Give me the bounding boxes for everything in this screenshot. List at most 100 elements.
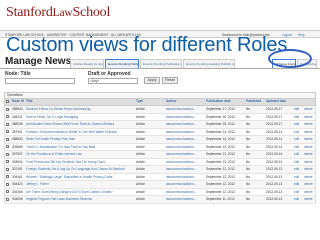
row-delete-link[interactable]: delete [303,181,315,188]
col-header-updated-date[interactable]: Updated date [265,99,293,105]
row-type: Article [136,167,145,171]
row-title-link[interactable]: Anti-Muslim Video Shows Web Firms' Role … [25,121,135,128]
col-header-published[interactable]: Published [245,99,265,105]
tab-events-awaiting-approval[interactable]: Events Pending Awaiting Publish Approval [183,59,235,68]
reset-button[interactable]: Reset [162,77,178,84]
row-published: No [246,144,251,149]
row-title-link[interactable]: Virginia Program Part Laws Business Stud… [25,196,135,203]
row-author-link[interactable]: lawcommunications... [165,189,205,196]
stanford-law-logo[interactable]: StanfordLawSchool [6,5,110,21]
row-type: Article [136,129,145,134]
node-id: 307507 [12,152,23,156]
table-row: 304423 Jeffrey L. Fisher Article lawcommuni… [4,181,316,189]
node-id: 304466 [12,189,23,194]
col-header-author[interactable]: Author [165,99,205,105]
col-header-publication-date[interactable]: Publication date [205,99,245,105]
tab-events-pending-approval[interactable]: Events Pending Publication Approval [140,59,182,68]
row-updated-date: 2012-09-14 [266,144,283,149]
row-title-link[interactable]: How to Finish Car & Legal Wrangling [25,114,135,121]
row-author-link[interactable]: lawcommunications... [165,129,205,136]
row-delete-link[interactable]: delete [303,121,315,128]
row-edit-link[interactable]: edit [293,121,303,128]
row-title-link[interactable]: Foreign Students Get A Leg Up On Languag… [25,166,135,173]
row-updated-date: 2012-09-17 [266,114,283,119]
tab-events-pending[interactable]: Events Pending Publication [105,59,139,68]
row-delete-link[interactable]: delete [303,166,315,173]
row-author-link[interactable]: lawcommunications... [165,144,205,151]
title-filter-input[interactable] [5,78,75,84]
col-header-type[interactable]: Type [135,99,165,105]
row-delete-link[interactable]: delete [303,129,315,136]
row-edit-link[interactable]: edit [293,181,303,188]
row-edit-link[interactable]: edit [293,151,303,158]
row-edit-link[interactable]: edit [293,136,303,143]
node-id: 304423 [12,182,23,186]
row-author-link[interactable]: lawcommunications... [165,196,205,203]
row-title-link[interactable]: Jeffrey L. Fisher [25,181,135,188]
row-delete-link[interactable]: delete [303,106,315,113]
status-filter-select[interactable]: <Any> [88,78,138,84]
apply-button[interactable]: Apply [144,77,160,84]
row-edit-link[interactable]: edit [293,144,303,151]
row-title-link[interactable]: Travis U. Ambassador To Libya Tried to S… [25,144,135,151]
row-updated-date: 2012-09-14 [266,159,283,164]
row-delete-link[interactable]: delete [303,151,315,158]
row-delete-link[interactable]: delete [303,189,315,196]
row-publication-date: September 17, 2012 [206,107,235,111]
row-edit-link[interactable]: edit [293,106,303,113]
row-title-link[interactable]: Women: "Strikingly Large" Disparities in… [25,174,135,181]
row-author-link[interactable]: lawcommunications... [165,121,205,128]
row-type: Article [136,144,145,149]
row-title-link[interactable]: State Poll Death Penalty Row Vote [25,136,135,143]
row-author-link[interactable]: lawcommunications... [165,151,205,158]
row-edit-link[interactable]: edit [293,159,303,166]
row-title-link[interactable]: On the Frontlines of Public Interest Law [25,151,135,158]
bulk-operations-bar[interactable]: Operations [4,92,316,99]
col-header-edit [293,99,303,105]
row-edit-link[interactable]: edit [293,196,303,203]
exposed-filters: Node: Title Draft or Approved <Any> Appl… [0,69,320,91]
row-edit-link[interactable]: edit [293,174,303,181]
row-delete-link[interactable]: delete [303,159,315,166]
row-published: No [246,114,251,119]
row-title-link[interactable]: Stanford Fellow Co-Writes Report Address… [25,106,135,113]
help-link[interactable]: Help [298,33,305,37]
row-author-link[interactable]: lawcommunications... [165,166,205,173]
logo-law: Law [52,7,73,19]
row-edit-link[interactable]: edit [293,129,303,136]
row-author-link[interactable]: lawcommunications... [165,174,205,181]
col-header-title[interactable]: Title [25,99,135,105]
row-updated-date: 2012-09-13 [266,167,283,171]
logo-stanford: Stanford [6,5,53,20]
row-delete-link[interactable]: delete [303,174,315,181]
row-author-link[interactable]: lawcommunications... [165,136,205,143]
tab-articles-ready[interactable]: Articles Ready for Approval [70,59,104,68]
row-publication-date: September 15, 2012 [206,122,235,126]
node-id: 348121 [12,114,23,119]
row-edit-link[interactable]: edit [293,166,303,173]
row-published: No [246,197,251,201]
table-row: 303634 Fund Prosecutor Bill Key Students … [4,158,316,166]
row-title-link[interactable]: Farmers, Environmentalists in Battle in … [25,129,135,136]
row-published: No [246,152,251,156]
row-delete-link[interactable]: delete [303,114,315,121]
node-id: 304608 [12,197,23,201]
table-row: 307507 On the Frontlines of Public Intere… [4,151,316,159]
row-author-link[interactable]: lawcommunications... [165,159,205,166]
row-author-link[interactable]: lawcommunications... [165,114,205,121]
site-header: StanfordLawSchool [0,0,320,30]
row-delete-link[interactable]: delete [303,144,315,151]
row-type: Article [136,107,145,111]
row-title-link[interactable]: Fund Prosecutor Bill Key Students 'Not F… [25,159,135,166]
row-delete-link[interactable]: delete [303,136,315,143]
col-header-node-id[interactable]: Node ID [11,99,25,105]
row-published: No [246,129,251,134]
row-title-link[interactable]: Are There Guest Being Ganged Out To Earn… [25,189,135,196]
row-edit-link[interactable]: edit [293,189,303,196]
row-author-link[interactable]: lawcommunications... [165,106,205,113]
row-updated-date: 2012-09-14 [266,129,283,134]
row-author-link[interactable]: lawcommunications... [165,181,205,188]
row-edit-link[interactable]: edit [293,114,303,121]
row-delete-link[interactable]: delete [303,196,315,203]
table-row: 358938 Anti-Muslim Video Shows Web Firms'… [4,121,316,129]
